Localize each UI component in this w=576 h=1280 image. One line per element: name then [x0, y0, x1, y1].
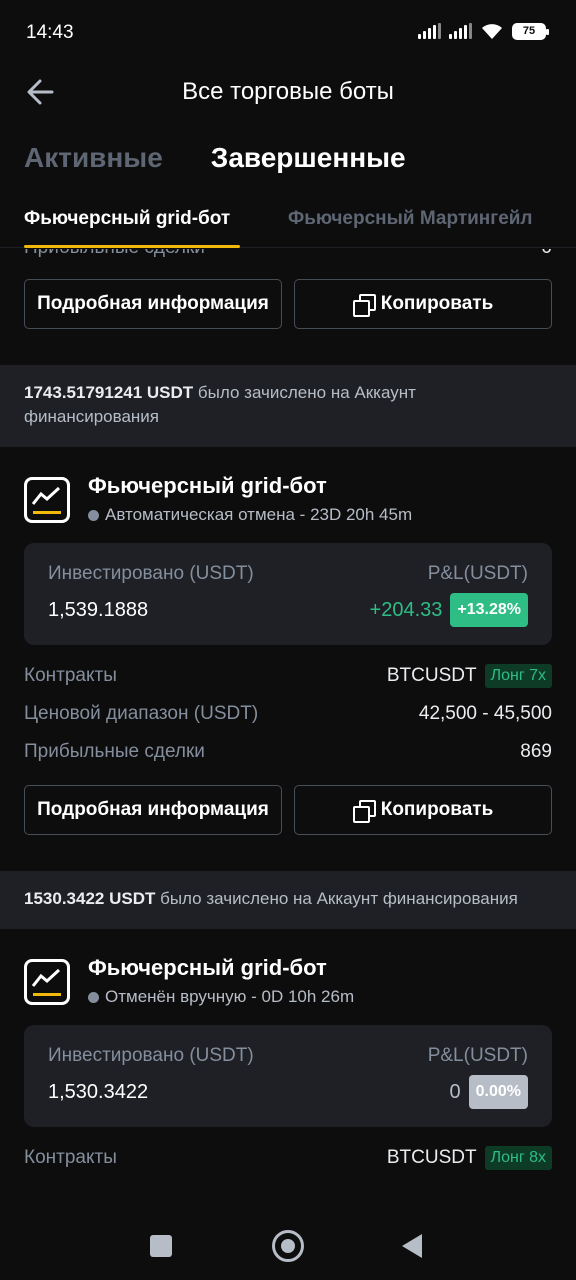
copy-label: Копировать	[380, 799, 494, 820]
pnl-value: +204.33	[369, 598, 443, 621]
leverage-badge: Лонг 8x	[484, 1146, 552, 1170]
invested-label: Инвестировано (USDT)	[48, 1045, 254, 1066]
pnl-percent-badge: +13.28%	[450, 593, 528, 627]
price-range-label: Ценовой диапазон (USDT)	[24, 703, 259, 724]
page-title: Все торговые боты	[182, 78, 394, 105]
header: Все торговые боты	[0, 66, 576, 118]
tab-completed[interactable]: Завершенные	[211, 142, 406, 174]
status-time: 14:43	[26, 22, 74, 43]
copy-icon	[352, 294, 376, 317]
price-range-value: 42,500 - 45,500	[418, 703, 552, 724]
price-range-row: Ценовой диапазон (USDT) 42,500 - 45,500	[24, 695, 552, 733]
pnl-label: P&L(USDT)	[427, 563, 528, 584]
contracts-row: Контракты BTCUSDT Лонг 7x	[24, 657, 552, 695]
credit-notice: 1530.3422 USDT было зачислено на Аккаунт…	[0, 871, 576, 929]
pnl-value: 0	[449, 1080, 461, 1103]
status-icons: 75	[418, 22, 549, 40]
status-dot-icon	[88, 991, 99, 1003]
bot-card-partial: Прибыльные сделки 0 Подробная информация…	[0, 249, 576, 365]
bot-name: Фьючерсный grid-бот	[88, 473, 327, 498]
profit-trades-row: Прибыльные сделки 0	[24, 249, 552, 267]
grid-bot-icon	[24, 477, 70, 523]
copy-button[interactable]: Копировать	[294, 279, 552, 329]
bot-header: Фьючерсный grid-бот Отменён вручную - 0D…	[24, 929, 552, 1025]
bot-status-text: Отменён вручную - 0D 10h 26m	[105, 987, 355, 1006]
profit-trades-value: 869	[520, 741, 552, 762]
invested-value: 1,539.1888	[48, 599, 149, 621]
sub-tabs: Фьючерсный grid-бот Фьючерсный Мартингей…	[0, 196, 576, 248]
invested-value: 1,530.3422	[48, 1081, 149, 1103]
tab-futures-martingale[interactable]: Фьючерсный Мартингейл	[288, 208, 533, 230]
invest-box: Инвестировано (USDT) P&L(USDT) 1,539.188…	[24, 543, 552, 645]
bot-status-text: Автоматическая отмена - 23D 20h 45m	[105, 505, 413, 524]
bot-header: Фьючерсный grid-бот Автоматическая отмен…	[24, 447, 552, 543]
grid-bot-icon	[24, 959, 70, 1005]
pnl-percent-badge: 0.00%	[468, 1075, 528, 1109]
bot-status: Отменён вручную - 0D 10h 26m	[88, 987, 354, 1007]
nav-back-icon[interactable]	[402, 1234, 422, 1258]
credit-notice: 1743.51791241 USDT было зачислено на Акк…	[0, 365, 576, 447]
main-tabs: Активные Завершенные	[24, 142, 406, 174]
bot-name: Фьючерсный grid-бот	[88, 955, 327, 980]
copy-icon	[352, 800, 376, 823]
system-nav-bar	[0, 1210, 576, 1280]
contracts-label: Контракты	[24, 665, 117, 686]
battery-icon: 75	[512, 22, 549, 40]
nav-recents-icon[interactable]	[150, 1235, 172, 1257]
notice-amount: 1743.51791241 USDT	[24, 383, 194, 402]
details-button[interactable]: Подробная информация	[24, 785, 282, 835]
status-dot-icon	[88, 509, 99, 521]
profit-trades-row: Прибыльные сделки 869	[24, 733, 552, 771]
invest-box: Инвестировано (USDT) P&L(USDT) 1,530.342…	[24, 1025, 552, 1127]
bot-card: Фьючерсный grid-бот Отменён вручную - 0D…	[0, 929, 576, 1177]
notice-text: было зачислено на Аккаунт финансирования	[155, 889, 518, 908]
contracts-value: BTCUSDT	[386, 665, 477, 686]
tab-active[interactable]: Активные	[24, 142, 163, 174]
status-bar: 14:43 75	[0, 0, 576, 66]
nav-home-icon[interactable]	[272, 1230, 304, 1262]
pnl-label: P&L(USDT)	[427, 1045, 528, 1066]
signal-icon	[418, 23, 441, 39]
bot-status: Автоматическая отмена - 23D 20h 45m	[88, 505, 412, 525]
leverage-badge: Лонг 7x	[484, 664, 552, 688]
copy-button[interactable]: Копировать	[294, 785, 552, 835]
details-button[interactable]: Подробная информация	[24, 279, 282, 329]
contracts-label: Контракты	[24, 1147, 117, 1168]
contracts-row: Контракты BTCUSDT Лонг 8x	[24, 1139, 552, 1177]
profit-trades-label: Прибыльные сделки	[24, 249, 205, 259]
profit-trades-label: Прибыльные сделки	[24, 741, 205, 762]
notice-amount: 1530.3422 USDT	[24, 889, 156, 908]
bot-list[interactable]: Прибыльные сделки 0 Подробная информация…	[0, 249, 576, 1210]
active-tab-indicator	[24, 245, 240, 248]
signal-icon	[449, 23, 472, 39]
wifi-icon	[482, 24, 502, 39]
contracts-value: BTCUSDT	[386, 1147, 477, 1168]
bot-card: Фьючерсный grid-бот Автоматическая отмен…	[0, 447, 576, 871]
tab-futures-grid-bot[interactable]: Фьючерсный grid-бот	[24, 208, 230, 230]
copy-label: Копировать	[380, 293, 494, 314]
profit-trades-value: 0	[541, 249, 552, 259]
invested-label: Инвестировано (USDT)	[48, 563, 254, 584]
